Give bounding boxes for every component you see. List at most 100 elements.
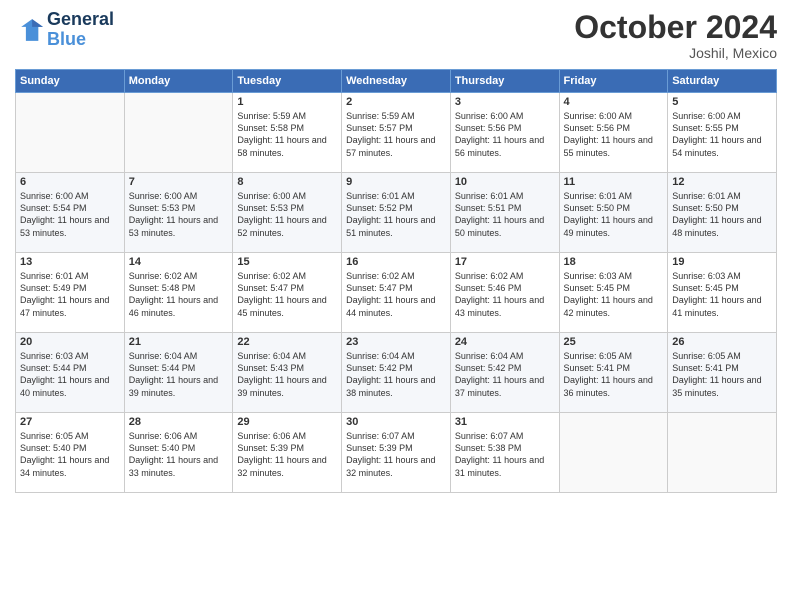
logo-text: General Blue: [47, 10, 114, 50]
day-number: 2: [346, 96, 446, 108]
calendar-day-cell: [668, 413, 777, 493]
calendar-day-cell: 12Sunrise: 6:01 AM Sunset: 5:50 PM Dayli…: [668, 173, 777, 253]
day-number: 10: [455, 176, 555, 188]
day-number: 28: [129, 416, 229, 428]
day-number: 8: [237, 176, 337, 188]
day-info: Sunrise: 6:04 AM Sunset: 5:42 PM Dayligh…: [455, 350, 555, 399]
calendar-day-cell: 15Sunrise: 6:02 AM Sunset: 5:47 PM Dayli…: [233, 253, 342, 333]
calendar-day-cell: 19 Sunrise: 6:03 AM Sunset: 5:45 PM Dayli…: [668, 253, 777, 333]
day-number: 21: [129, 336, 229, 348]
calendar-day-cell: 28 Sunrise: 6:06 AM Sunset: 5:40 PM Dayli…: [124, 413, 233, 493]
day-info: Sunrise: 6:02 AM Sunset: 5:47 PM Dayligh…: [237, 270, 337, 319]
day-number: 11: [564, 176, 664, 188]
day-info: Sunrise: 6:06 AM Sunset: 5:40 PM Dayligh…: [129, 430, 229, 479]
location: Joshil, Mexico: [574, 45, 777, 61]
calendar-day-cell: 26 Sunrise: 6:05 AM Sunset: 5:41 PM Dayli…: [668, 333, 777, 413]
weekday-header-cell: Monday: [124, 70, 233, 93]
calendar-day-cell: 8 Sunrise: 6:00 AM Sunset: 5:53 PM Daylig…: [233, 173, 342, 253]
title-block: October 2024 Joshil, Mexico: [574, 10, 777, 61]
month-title: October 2024: [574, 10, 777, 45]
logo: General Blue: [15, 10, 114, 50]
calendar-day-cell: 16Sunrise: 6:02 AM Sunset: 5:47 PM Dayli…: [342, 253, 451, 333]
calendar-day-cell: 1 Sunrise: 5:59 AM Sunset: 5:58 PM Daylig…: [233, 93, 342, 173]
calendar-week-row: 13 Sunrise: 6:01 AM Sunset: 5:49 PM Dayli…: [16, 253, 777, 333]
calendar-day-cell: 25Sunrise: 6:05 AM Sunset: 5:41 PM Dayli…: [559, 333, 668, 413]
calendar-day-cell: [559, 413, 668, 493]
day-info: Sunrise: 6:00 AM Sunset: 5:56 PM Dayligh…: [455, 110, 555, 159]
day-number: 4: [564, 96, 664, 108]
day-number: 31: [455, 416, 555, 428]
calendar-day-cell: 6Sunrise: 6:00 AM Sunset: 5:54 PM Daylig…: [16, 173, 125, 253]
calendar-week-row: 27 Sunrise: 6:05 AM Sunset: 5:40 PM Dayli…: [16, 413, 777, 493]
calendar-body: 1 Sunrise: 5:59 AM Sunset: 5:58 PM Daylig…: [16, 93, 777, 493]
calendar-week-row: 1 Sunrise: 5:59 AM Sunset: 5:58 PM Daylig…: [16, 93, 777, 173]
day-info: Sunrise: 6:02 AM Sunset: 5:46 PM Dayligh…: [455, 270, 555, 319]
logo-line2: Blue: [47, 30, 114, 50]
weekday-header-cell: Wednesday: [342, 70, 451, 93]
day-info: Sunrise: 6:01 AM Sunset: 5:50 PM Dayligh…: [564, 190, 664, 239]
logo-line1: General: [47, 10, 114, 30]
day-info: Sunrise: 6:00 AM Sunset: 5:56 PM Dayligh…: [564, 110, 664, 159]
day-number: 20: [20, 336, 120, 348]
calendar-day-cell: 11 Sunrise: 6:01 AM Sunset: 5:50 PM Dayli…: [559, 173, 668, 253]
calendar-header-row: SundayMondayTuesdayWednesdayThursdayFrid…: [16, 70, 777, 93]
calendar-day-cell: 13 Sunrise: 6:01 AM Sunset: 5:49 PM Dayli…: [16, 253, 125, 333]
day-number: 13: [20, 256, 120, 268]
day-number: 6: [20, 176, 120, 188]
weekday-header-cell: Friday: [559, 70, 668, 93]
day-info: Sunrise: 6:05 AM Sunset: 5:40 PM Dayligh…: [20, 430, 120, 479]
calendar-day-cell: 14Sunrise: 6:02 AM Sunset: 5:48 PM Dayli…: [124, 253, 233, 333]
day-info: Sunrise: 6:03 AM Sunset: 5:44 PM Dayligh…: [20, 350, 120, 399]
calendar: SundayMondayTuesdayWednesdayThursdayFrid…: [15, 69, 777, 493]
day-number: 30: [346, 416, 446, 428]
day-number: 1: [237, 96, 337, 108]
day-info: Sunrise: 6:04 AM Sunset: 5:43 PM Dayligh…: [237, 350, 337, 399]
day-number: 19: [672, 256, 772, 268]
calendar-day-cell: 10 Sunrise: 6:01 AM Sunset: 5:51 PM Dayli…: [450, 173, 559, 253]
page: General Blue October 2024 Joshil, Mexico…: [0, 0, 792, 612]
day-info: Sunrise: 6:06 AM Sunset: 5:39 PM Dayligh…: [237, 430, 337, 479]
calendar-day-cell: 18 Sunrise: 6:03 AM Sunset: 5:45 PM Dayli…: [559, 253, 668, 333]
day-info: Sunrise: 6:01 AM Sunset: 5:51 PM Dayligh…: [455, 190, 555, 239]
calendar-day-cell: 21 Sunrise: 6:04 AM Sunset: 5:44 PM Dayli…: [124, 333, 233, 413]
calendar-day-cell: 17Sunrise: 6:02 AM Sunset: 5:46 PM Dayli…: [450, 253, 559, 333]
day-info: Sunrise: 6:00 AM Sunset: 5:55 PM Dayligh…: [672, 110, 772, 159]
calendar-day-cell: [124, 93, 233, 173]
day-info: Sunrise: 6:01 AM Sunset: 5:50 PM Dayligh…: [672, 190, 772, 239]
calendar-day-cell: 23 Sunrise: 6:04 AM Sunset: 5:42 PM Dayli…: [342, 333, 451, 413]
day-number: 7: [129, 176, 229, 188]
day-info: Sunrise: 6:02 AM Sunset: 5:48 PM Dayligh…: [129, 270, 229, 319]
day-info: Sunrise: 6:00 AM Sunset: 5:53 PM Dayligh…: [237, 190, 337, 239]
day-number: 23: [346, 336, 446, 348]
weekday-header-cell: Sunday: [16, 70, 125, 93]
day-number: 27: [20, 416, 120, 428]
day-info: Sunrise: 6:01 AM Sunset: 5:49 PM Dayligh…: [20, 270, 120, 319]
day-number: 9: [346, 176, 446, 188]
day-info: Sunrise: 6:07 AM Sunset: 5:38 PM Dayligh…: [455, 430, 555, 479]
day-info: Sunrise: 6:05 AM Sunset: 5:41 PM Dayligh…: [672, 350, 772, 399]
day-number: 22: [237, 336, 337, 348]
day-info: Sunrise: 6:00 AM Sunset: 5:53 PM Dayligh…: [129, 190, 229, 239]
calendar-day-cell: 5Sunrise: 6:00 AM Sunset: 5:55 PM Daylig…: [668, 93, 777, 173]
calendar-day-cell: 7 Sunrise: 6:00 AM Sunset: 5:53 PM Daylig…: [124, 173, 233, 253]
day-info: Sunrise: 5:59 AM Sunset: 5:58 PM Dayligh…: [237, 110, 337, 159]
calendar-day-cell: 29Sunrise: 6:06 AM Sunset: 5:39 PM Dayli…: [233, 413, 342, 493]
day-info: Sunrise: 6:07 AM Sunset: 5:39 PM Dayligh…: [346, 430, 446, 479]
weekday-header-cell: Thursday: [450, 70, 559, 93]
calendar-day-cell: [16, 93, 125, 173]
calendar-day-cell: 2Sunrise: 5:59 AM Sunset: 5:57 PM Daylig…: [342, 93, 451, 173]
calendar-day-cell: 30 Sunrise: 6:07 AM Sunset: 5:39 PM Dayli…: [342, 413, 451, 493]
calendar-day-cell: 27 Sunrise: 6:05 AM Sunset: 5:40 PM Dayli…: [16, 413, 125, 493]
calendar-day-cell: 4 Sunrise: 6:00 AM Sunset: 5:56 PM Daylig…: [559, 93, 668, 173]
day-info: Sunrise: 6:04 AM Sunset: 5:42 PM Dayligh…: [346, 350, 446, 399]
calendar-day-cell: 9Sunrise: 6:01 AM Sunset: 5:52 PM Daylig…: [342, 173, 451, 253]
calendar-day-cell: 20 Sunrise: 6:03 AM Sunset: 5:44 PM Dayli…: [16, 333, 125, 413]
day-number: 26: [672, 336, 772, 348]
day-number: 18: [564, 256, 664, 268]
day-info: Sunrise: 6:04 AM Sunset: 5:44 PM Dayligh…: [129, 350, 229, 399]
day-info: Sunrise: 6:03 AM Sunset: 5:45 PM Dayligh…: [672, 270, 772, 319]
calendar-day-cell: 24 Sunrise: 6:04 AM Sunset: 5:42 PM Dayli…: [450, 333, 559, 413]
day-number: 24: [455, 336, 555, 348]
logo-icon: [15, 16, 43, 44]
day-info: Sunrise: 6:03 AM Sunset: 5:45 PM Dayligh…: [564, 270, 664, 319]
